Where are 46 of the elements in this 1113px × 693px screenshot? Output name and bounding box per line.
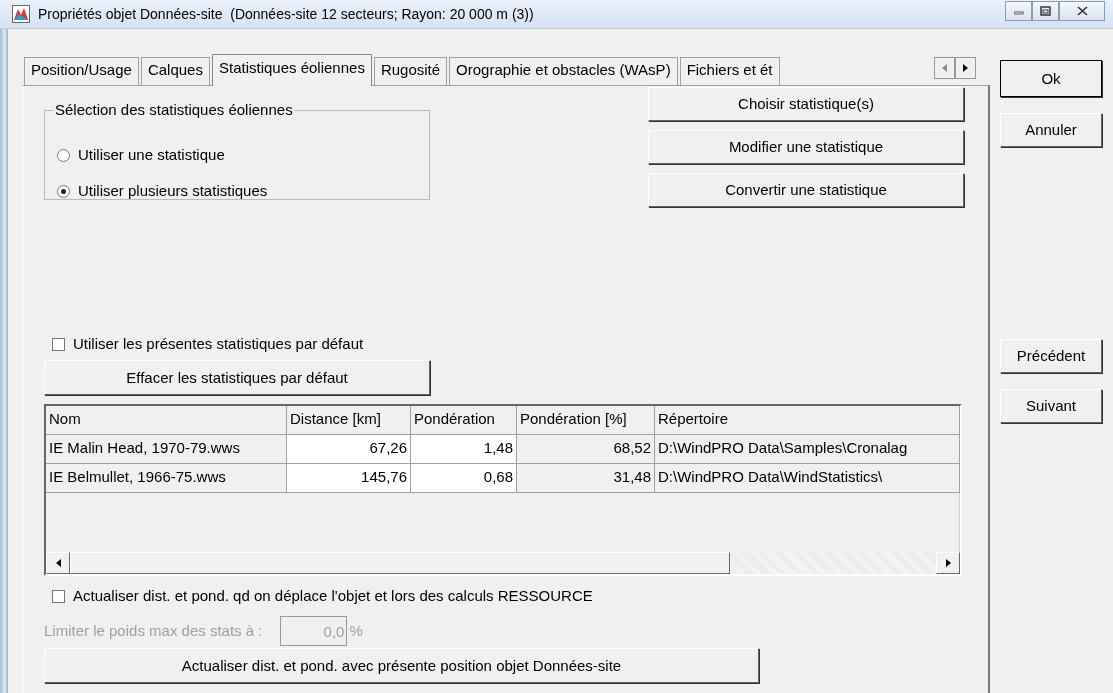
limit-label: Limiter le poids max des stats à : [44,622,263,640]
action-button[interactable]: Modifier une statistique [648,130,964,164]
right-arrow-icon [945,559,951,567]
tab[interactable]: Orographie et obstacles (WAsP) [449,57,678,85]
radio-label[interactable]: Utiliser une statistique [78,146,225,164]
checkbox-label[interactable]: Utiliser les présentes statistiques par défaut [73,335,364,353]
checkbox[interactable] [52,589,65,603]
maximize-button[interactable] [1032,1,1059,21]
group-title: Sélection des statistiques éoliennes [53,101,295,119]
tab[interactable]: Statistiques éoliennes [211,54,372,86]
table-cell: 145,76 [287,464,411,492]
close-icon [1076,6,1088,16]
unit-label: % [349,622,363,640]
scroll-thumb[interactable] [70,552,730,574]
radio-label[interactable]: Utiliser plusieurs statistiques [78,182,268,200]
scroll-right-button[interactable] [936,552,960,574]
app-icon [12,5,30,23]
right-arrow-icon [963,64,968,72]
checkbox[interactable] [52,337,65,351]
left-arrow-icon [55,559,61,567]
window-title: Propriétés objet Données-site (Données-site 12 secteurs; Rayon: 20 000 m (3)) [38,5,534,23]
radio-button[interactable] [57,184,70,198]
dialog-button[interactable]: Suivant [1000,389,1102,423]
action-button[interactable]: Choisir statistique(s) [648,87,964,121]
table-cell: 67,26 [287,435,411,463]
update-position-button[interactable]: Actualiser dist. et pond. avec présente position objet Données-site [44,648,759,683]
table-cell: 1,48 [411,435,517,463]
tab[interactable]: Rugosité [373,57,448,85]
scroll-left-button[interactable] [46,552,70,574]
dialog-button[interactable]: Ok [1000,60,1102,97]
dialog-button[interactable]: Précédent [1000,339,1102,373]
radio-button[interactable] [57,148,70,162]
minimize-button[interactable] [1005,1,1032,21]
action-button[interactable]: Convertir une statistique [648,173,964,207]
tab[interactable]: Fichiers et ét [679,57,780,85]
clear-defaults-button[interactable]: Effacer les statistiques par défaut [44,360,430,395]
restore-icon [1040,6,1051,16]
close-button[interactable] [1059,1,1105,21]
dialog-button[interactable]: Annuler [1000,113,1102,147]
tab-scroll-right-button[interactable] [955,57,976,79]
left-arrow-icon [942,64,947,72]
tab[interactable]: Position/Usage [24,57,139,85]
table-cell: 0,68 [411,464,517,492]
horizontal-scrollbar[interactable] [46,552,960,574]
checkbox-label[interactable]: Actualiser dist. et pond. qd on déplace l'objet et lors des calculs RESSOURCE [73,587,593,605]
tab[interactable]: Calques [140,57,210,85]
